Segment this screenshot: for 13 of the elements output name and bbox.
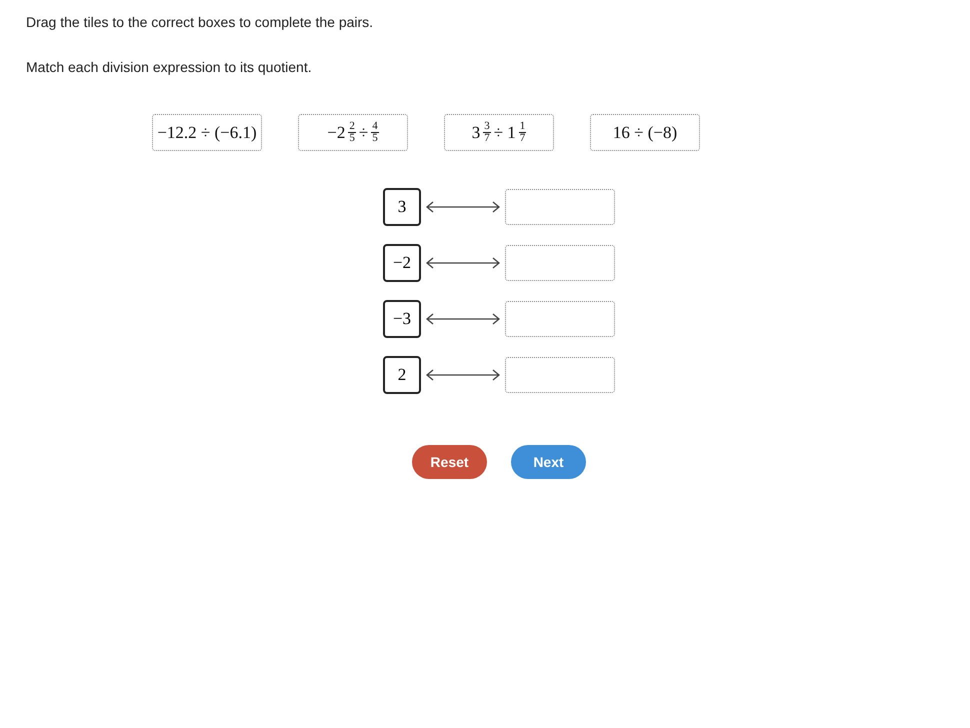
instruction-text: Match each division expression to its quotient. [26, 58, 312, 77]
drop-target-box[interactable] [505, 189, 615, 225]
expression-tile[interactable]: −12.2 ÷ (−6.1) [152, 114, 262, 151]
quotient-box: −2 [383, 244, 421, 282]
drop-target-box[interactable] [505, 301, 615, 337]
instruction-text: Drag the tiles to the correct boxes to complete the pairs. [26, 13, 374, 32]
quotient-box: 2 [383, 356, 421, 394]
expression-tile[interactable]: 16 ÷ (−8) [590, 114, 700, 151]
drop-target-box[interactable] [505, 245, 615, 281]
reset-button[interactable]: Reset [412, 445, 487, 479]
quotient-box: −3 [383, 300, 421, 338]
quotient-box: 3 [383, 188, 421, 226]
drop-target-box[interactable] [505, 357, 615, 393]
